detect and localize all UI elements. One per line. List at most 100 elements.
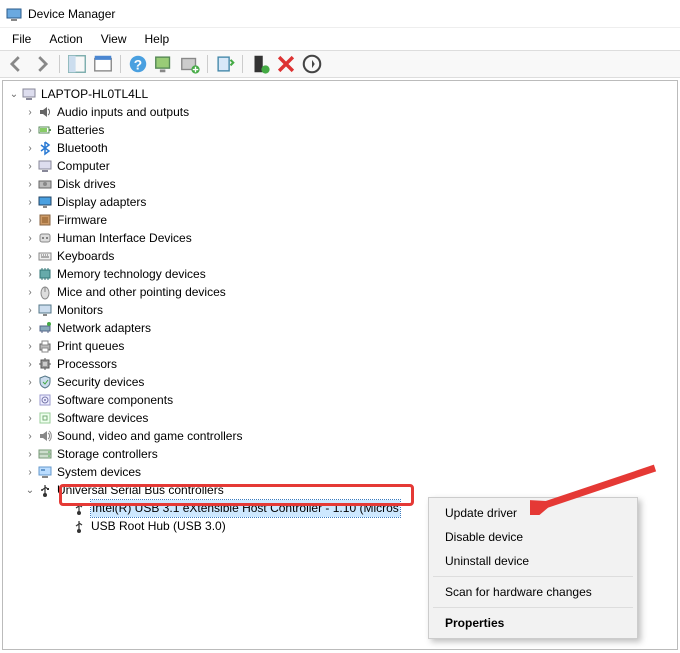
tree-category-label: Universal Serial Bus controllers	[57, 482, 224, 499]
tree-category-label: Keyboards	[57, 248, 114, 265]
tree-category[interactable]: › Human Interface Devices	[5, 229, 675, 247]
title-bar: Device Manager	[0, 0, 680, 28]
tree-category-label: Computer	[57, 158, 110, 175]
tree-category-label: Security devices	[57, 374, 144, 391]
context-menu: Update driver Disable device Uninstall d…	[428, 497, 638, 639]
menu-file[interactable]: File	[4, 30, 39, 48]
tree-category[interactable]: › Storage controllers	[5, 445, 675, 463]
menu-update-driver[interactable]: Update driver	[431, 501, 635, 525]
tree-category-label: Firmware	[57, 212, 107, 229]
tree-category[interactable]: › Bluetooth	[5, 139, 675, 157]
expander-icon[interactable]: ›	[23, 356, 37, 373]
show-hide-console-button[interactable]	[65, 53, 89, 75]
expander-icon[interactable]: ›	[23, 410, 37, 427]
menu-uninstall-device[interactable]: Uninstall device	[431, 549, 635, 573]
tree-category-label: Bluetooth	[57, 140, 108, 157]
expander-icon[interactable]: ⌄	[7, 86, 21, 103]
tree-category[interactable]: › Computer	[5, 157, 675, 175]
memory-icon	[37, 266, 53, 282]
expander-icon[interactable]: ›	[23, 122, 37, 139]
menu-scan-changes[interactable]: Scan for hardware changes	[431, 580, 635, 604]
menu-help[interactable]: Help	[137, 30, 178, 48]
expander-icon[interactable]: ›	[23, 212, 37, 229]
tree-category[interactable]: ›Sound, video and game controllers	[5, 427, 675, 445]
expander-icon[interactable]: ›	[23, 374, 37, 391]
expander-icon[interactable]: ›	[23, 194, 37, 211]
expander-icon[interactable]: ⌄	[23, 482, 37, 499]
tree-category-label: Processors	[57, 356, 117, 373]
expander-icon[interactable]: ›	[23, 158, 37, 175]
expander-icon[interactable]: ›	[23, 230, 37, 247]
expander-icon[interactable]: ›	[23, 320, 37, 337]
usb-icon	[71, 518, 87, 534]
tree-root[interactable]: ⌄ LAPTOP-HL0TL4LL	[5, 85, 675, 103]
tree-category[interactable]: ›Disk drives	[5, 175, 675, 193]
expander-icon[interactable]: ›	[23, 140, 37, 157]
tree-category-label: Monitors	[57, 302, 103, 319]
tree-category-label: Storage controllers	[57, 446, 158, 463]
security-icon	[37, 374, 53, 390]
tree-category[interactable]: › Print queues	[5, 337, 675, 355]
tree-category[interactable]: › System devices	[5, 463, 675, 481]
back-button[interactable]	[4, 53, 28, 75]
cpu-icon	[37, 356, 53, 372]
update-driver-button[interactable]	[213, 53, 237, 75]
toolbar-separator	[207, 55, 208, 73]
expander-icon[interactable]: ›	[23, 248, 37, 265]
expander-icon[interactable]: ›	[23, 428, 37, 445]
expander-icon[interactable]: ›	[23, 302, 37, 319]
tree-category[interactable]: ›Display adapters	[5, 193, 675, 211]
expander-icon[interactable]: ›	[23, 284, 37, 301]
usb-icon	[37, 482, 53, 498]
toolbar-separator	[120, 55, 121, 73]
menu-view[interactable]: View	[93, 30, 135, 48]
tree-category-label: System devices	[57, 464, 141, 481]
window-title: Device Manager	[28, 7, 115, 21]
tree-category[interactable]: › Network adapters	[5, 319, 675, 337]
expander-icon[interactable]: ›	[23, 338, 37, 355]
tree-category[interactable]: › Security devices	[5, 373, 675, 391]
menu-properties[interactable]: Properties	[431, 611, 635, 635]
toolbar-separator	[242, 55, 243, 73]
tree-category[interactable]: ›Batteries	[5, 121, 675, 139]
enable-device-button[interactable]	[248, 53, 272, 75]
tree-category[interactable]: ›Software devices	[5, 409, 675, 427]
menu-disable-device[interactable]: Disable device	[431, 525, 635, 549]
help-button[interactable]: ?	[126, 53, 150, 75]
tree-category[interactable]: › Processors	[5, 355, 675, 373]
tree-category[interactable]: › Firmware	[5, 211, 675, 229]
menu-separator	[433, 576, 633, 577]
tree-category[interactable]: ›Memory technology devices	[5, 265, 675, 283]
tree-category-label: Print queues	[57, 338, 124, 355]
tree-root-label: LAPTOP-HL0TL4LL	[41, 86, 148, 103]
tree-device-label: USB Root Hub (USB 3.0)	[91, 518, 226, 535]
firmware-icon	[37, 212, 53, 228]
disk-icon	[37, 176, 53, 192]
scan-hardware-button[interactable]	[152, 53, 176, 75]
battery-icon	[37, 122, 53, 138]
tree-category[interactable]: › Monitors	[5, 301, 675, 319]
expander-icon[interactable]: ›	[23, 392, 37, 409]
tree-category[interactable]: ›Audio inputs and outputs	[5, 103, 675, 121]
tree-category[interactable]: ›Mice and other pointing devices	[5, 283, 675, 301]
expander-icon[interactable]: ›	[23, 104, 37, 121]
tree-category[interactable]: ›Software components	[5, 391, 675, 409]
svg-text:?: ?	[134, 58, 142, 73]
tree-category-label: Human Interface Devices	[57, 230, 192, 247]
toolbar-separator	[59, 55, 60, 73]
uninstall-device-button[interactable]	[274, 53, 298, 75]
forward-button[interactable]	[30, 53, 54, 75]
speaker-icon	[37, 104, 53, 120]
expander-icon[interactable]: ›	[23, 464, 37, 481]
add-legacy-button[interactable]	[178, 53, 202, 75]
menu-action[interactable]: Action	[41, 30, 90, 48]
mouse-icon	[37, 284, 53, 300]
expander-icon[interactable]: ›	[23, 176, 37, 193]
expander-icon[interactable]: ›	[23, 266, 37, 283]
scan-button[interactable]	[300, 53, 324, 75]
software-icon	[37, 392, 53, 408]
tree-category-label: Network adapters	[57, 320, 151, 337]
properties-button[interactable]	[91, 53, 115, 75]
expander-icon[interactable]: ›	[23, 446, 37, 463]
tree-category[interactable]: › Keyboards	[5, 247, 675, 265]
